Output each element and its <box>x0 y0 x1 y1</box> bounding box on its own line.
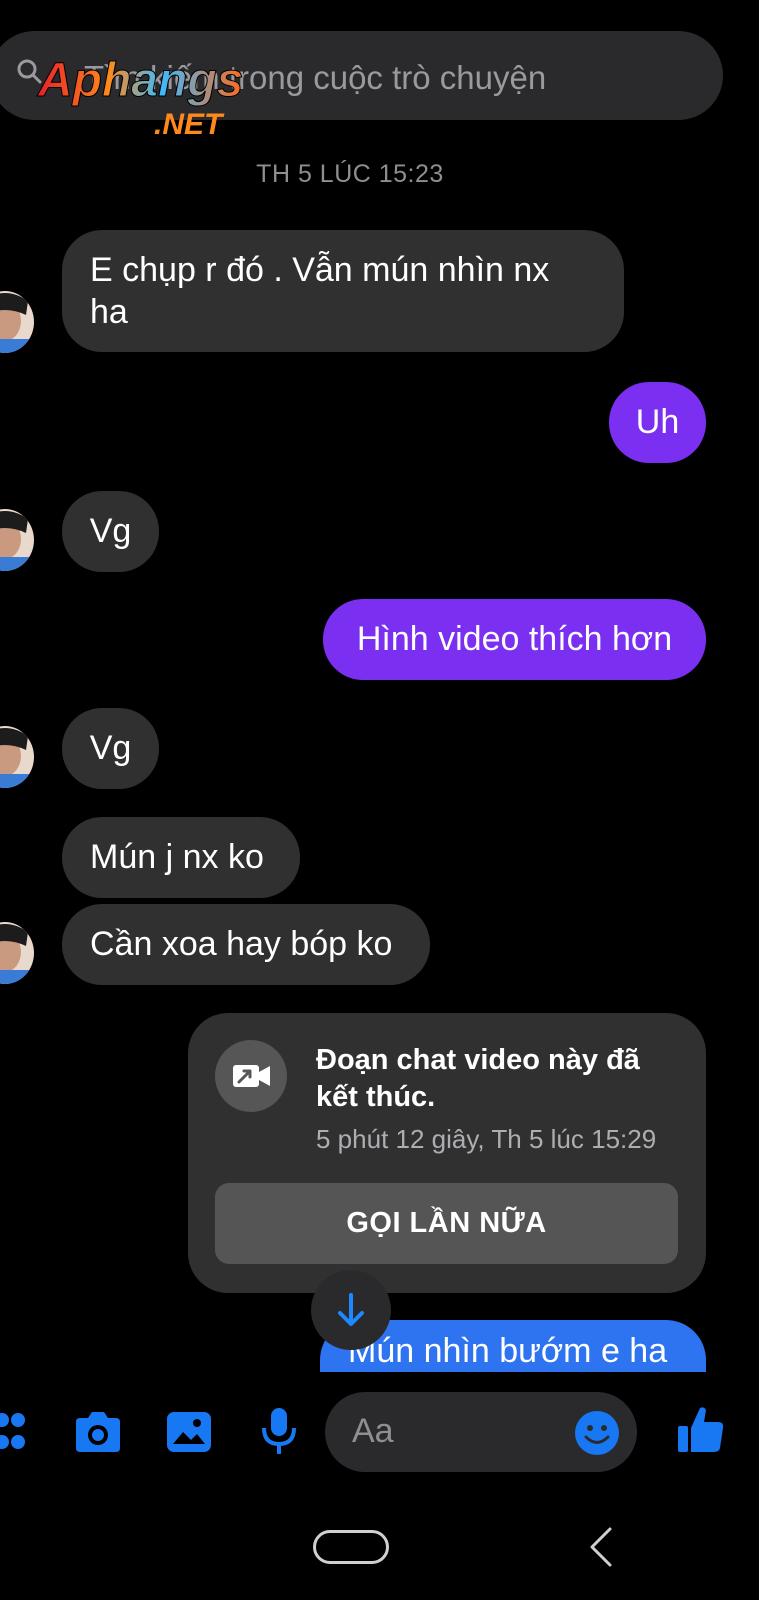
avatar[interactable] <box>0 726 34 788</box>
message-text: Cần xoa hay bóp ko <box>90 925 393 963</box>
arrow-down-icon <box>338 1293 364 1326</box>
message-bubble-incoming[interactable]: Vg <box>62 708 159 789</box>
message-bubble-outgoing[interactable]: Hình video thích hơn <box>323 599 706 680</box>
message-text: E chụp r đó . Vẫn mún nhìn nx ha <box>90 251 550 331</box>
avatar[interactable] <box>0 922 34 984</box>
message-bubble-incoming[interactable]: E chụp r đó . Vẫn mún nhìn nx ha <box>62 230 624 352</box>
message-text: Mún j nx ko <box>90 838 264 876</box>
menu-dots-icon[interactable] <box>0 1410 30 1454</box>
call-again-button[interactable]: GỌI LẦN NỮA <box>215 1183 678 1264</box>
message-text: Hình video thích hơn <box>356 620 673 658</box>
message-text: Vg <box>89 729 132 767</box>
watermark-suffix: .NET <box>154 108 225 140</box>
gallery-icon[interactable] <box>165 1410 213 1454</box>
watermark-brand: Aphangs <box>37 54 243 107</box>
video-call-icon <box>215 1040 287 1112</box>
chat-timestamp: TH 5 LÚC 15:23 <box>256 160 444 188</box>
message-text: Uh <box>635 403 680 441</box>
message-bubble-incoming[interactable]: Vg <box>62 491 159 572</box>
call-ended-title: Đoạn chat video này đã kết thúc. <box>316 1044 640 1113</box>
message-bubble-incoming[interactable]: Cần xoa hay bóp ko <box>62 904 430 985</box>
call-duration: 5 phút 12 giây, Th 5 lúc 15:29 <box>316 1124 657 1154</box>
avatar[interactable] <box>0 509 34 571</box>
message-text: Vg <box>89 512 132 550</box>
message-input-placeholder: Aa <box>352 1412 394 1450</box>
watermark-logo: Aphangs .NET <box>37 54 244 141</box>
scroll-to-bottom-button[interactable] <box>311 1270 391 1350</box>
camera-icon[interactable] <box>72 1410 124 1454</box>
back-icon[interactable] <box>588 1526 614 1568</box>
message-text: Mún nhìn bướm e ha <box>348 1332 668 1370</box>
avatar[interactable] <box>0 291 34 353</box>
microphone-icon[interactable] <box>260 1406 298 1456</box>
home-button[interactable] <box>313 1530 389 1564</box>
message-bubble-outgoing[interactable]: Uh <box>609 382 706 463</box>
message-bubble-incoming[interactable]: Mún j nx ko <box>62 817 300 898</box>
emoji-icon[interactable] <box>574 1410 620 1456</box>
like-icon[interactable] <box>676 1404 726 1456</box>
